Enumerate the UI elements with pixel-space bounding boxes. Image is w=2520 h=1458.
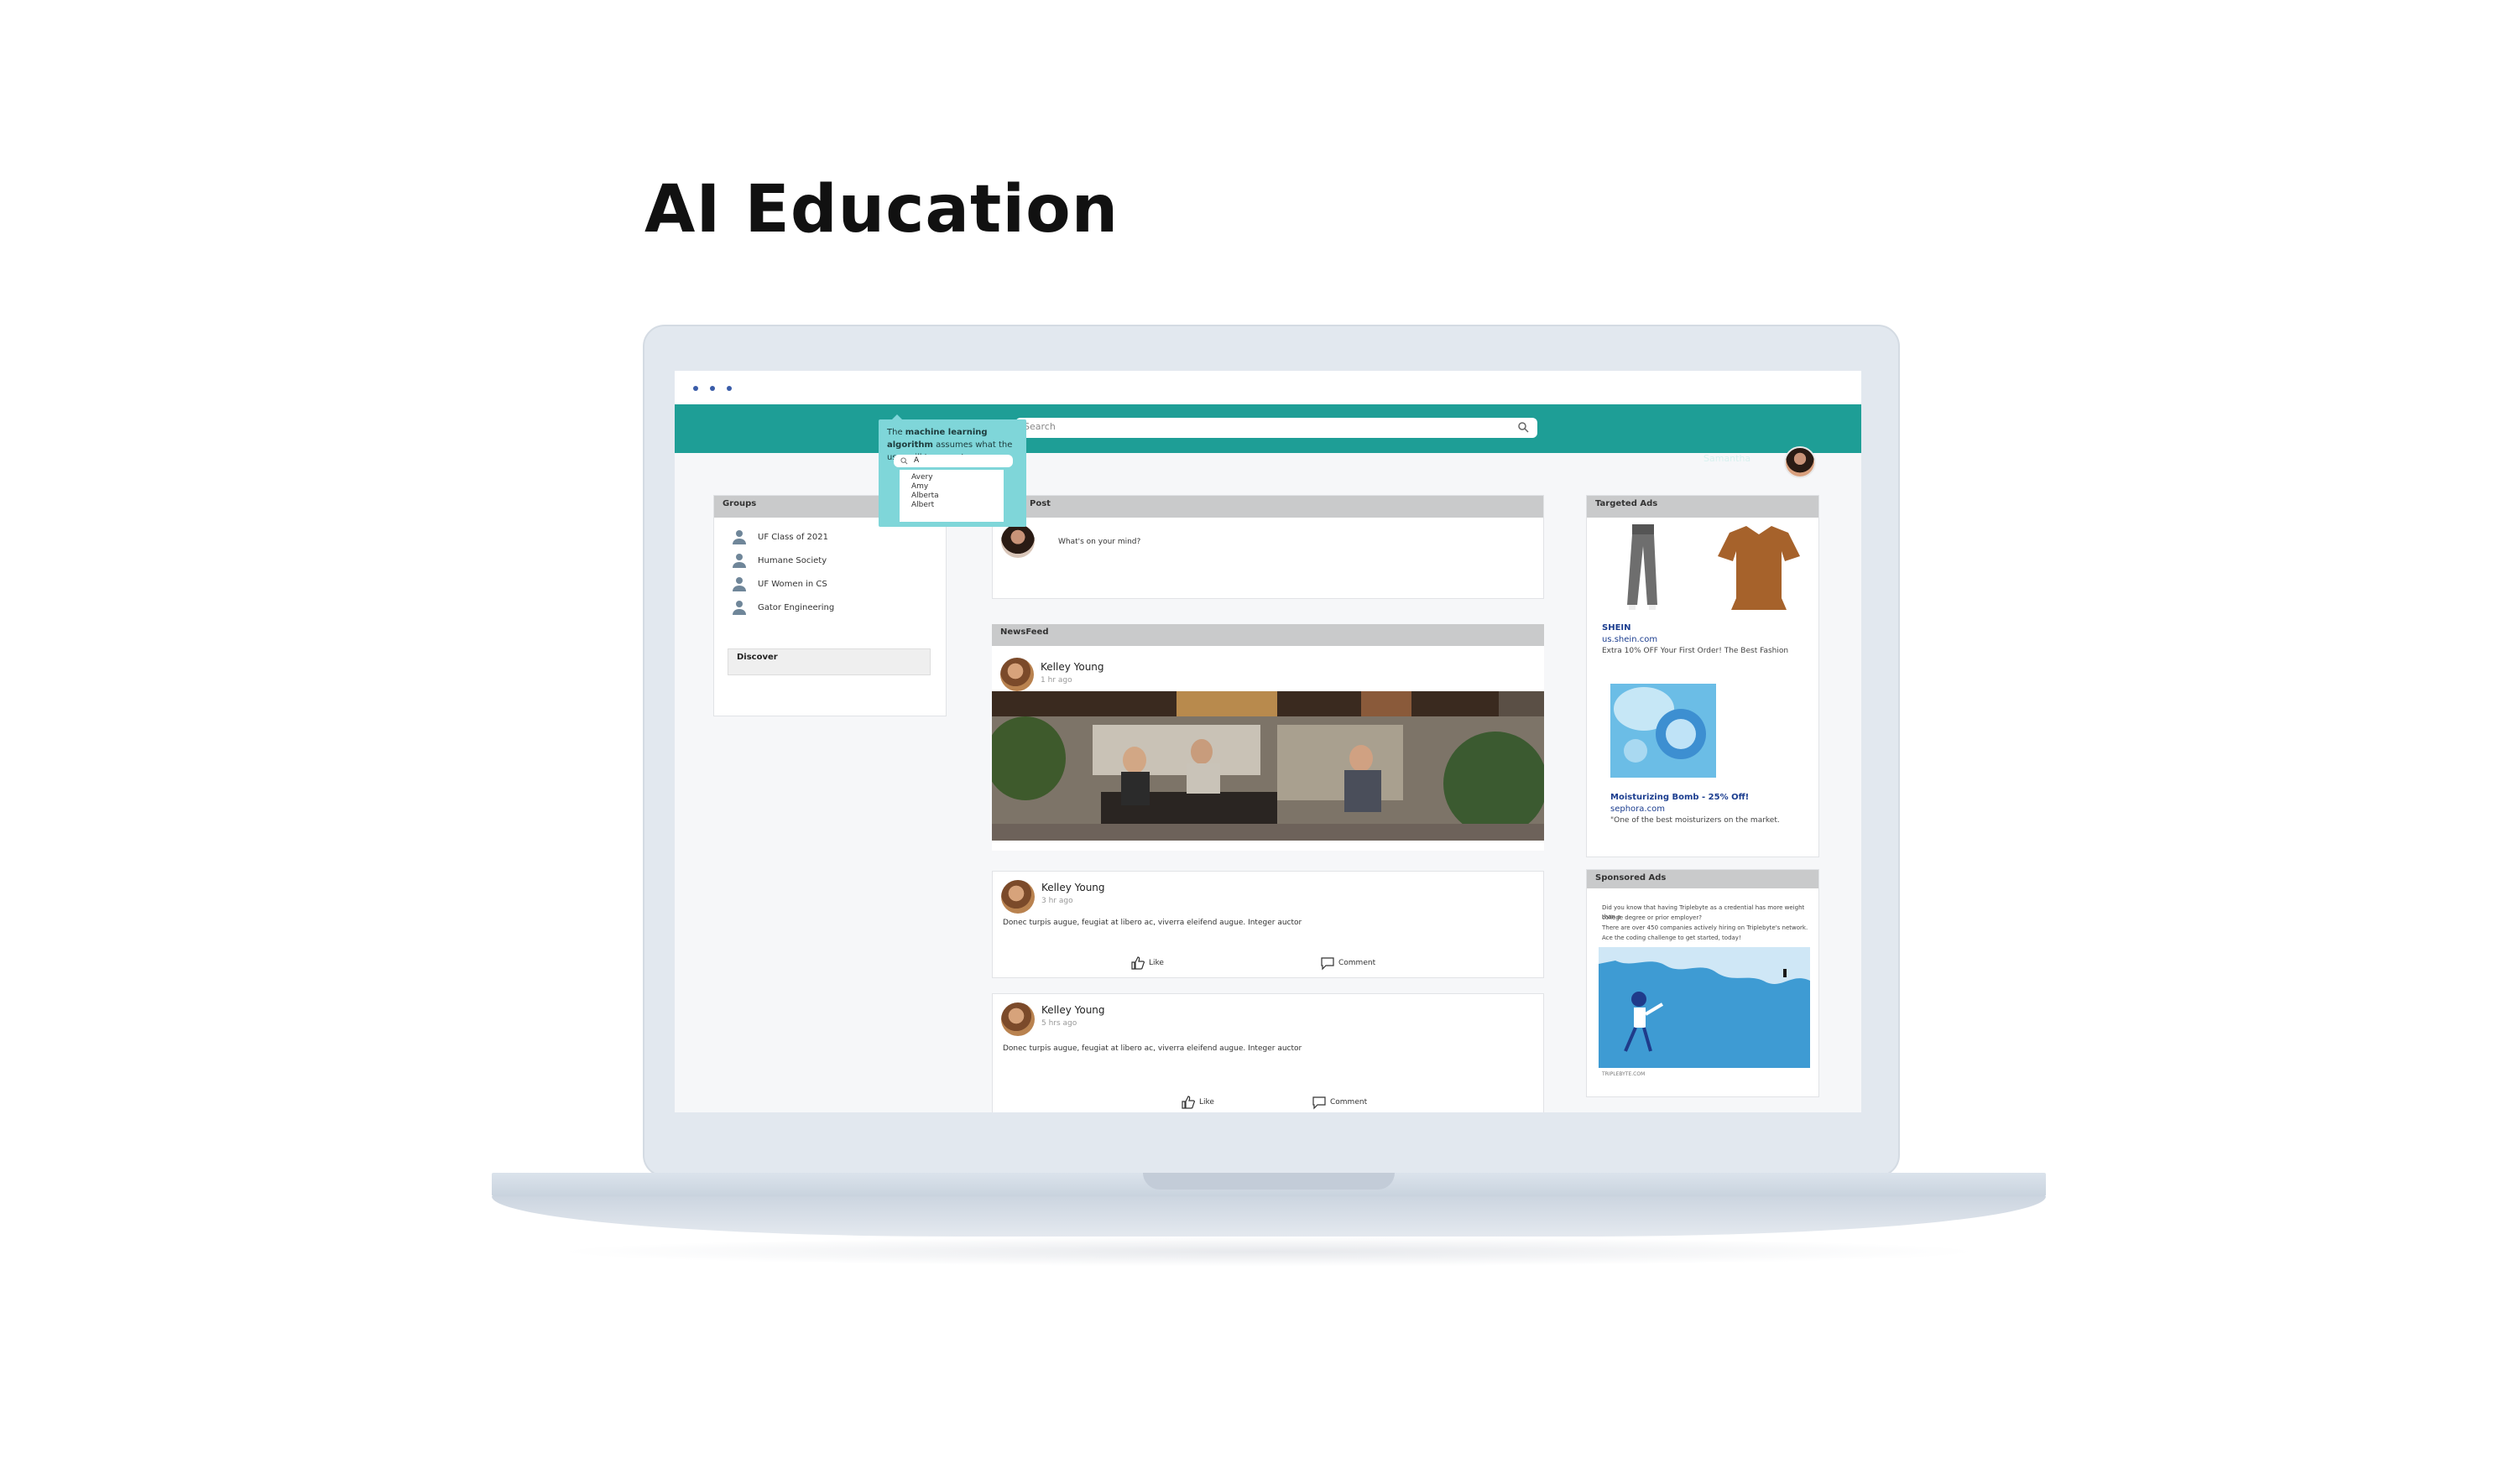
thumbs-up-icon bbox=[1182, 1096, 1196, 1109]
sponsored-ads-title: Sponsored Ads bbox=[1587, 870, 1818, 888]
group-label: Humane Society bbox=[758, 555, 827, 565]
groups-panel: Groups UF Class of 2021 Humane Society U… bbox=[713, 495, 947, 716]
window-chrome bbox=[675, 371, 1861, 404]
people-photo bbox=[992, 691, 1544, 841]
app-screen: Samantha Search Groups UF Class of 2021 … bbox=[675, 371, 1861, 1112]
newsfeed-title: NewsFeed bbox=[992, 624, 1544, 646]
laptop-base-bottom bbox=[492, 1196, 2046, 1237]
comment-label: Comment bbox=[1330, 1098, 1368, 1107]
newsfeed-panel: NewsFeed Kelley Young 1 hr ago bbox=[992, 624, 1544, 851]
person-icon bbox=[733, 554, 746, 568]
group-item[interactable]: UF Women in CS bbox=[731, 575, 827, 593]
suggestion-item[interactable]: Albert bbox=[911, 501, 992, 510]
group-item[interactable]: Humane Society bbox=[731, 551, 827, 570]
sponsored-line: There are over 450 companies actively hi… bbox=[1602, 924, 1808, 931]
feed-post: Kelley Young 5 hrs ago Donec turpis augu… bbox=[992, 993, 1544, 1112]
profile-avatar[interactable] bbox=[1784, 446, 1816, 478]
ad-url[interactable]: sephora.com bbox=[1610, 805, 1665, 814]
post-author[interactable]: Kelley Young bbox=[1041, 1004, 1105, 1016]
post-time: 3 hr ago bbox=[1041, 897, 1073, 905]
search-placeholder: Search bbox=[1024, 421, 1056, 432]
ad-brand[interactable]: SHEIN bbox=[1602, 623, 1631, 633]
sponsored-ads-panel: Sponsored Ads Did you know that having T… bbox=[1586, 869, 1819, 1097]
sponsored-footer[interactable]: TRIPLEBYTE.COM bbox=[1602, 1071, 1645, 1077]
ad-text: "One of the best moisturizers on the mar… bbox=[1610, 816, 1780, 825]
blouse-image[interactable] bbox=[1713, 523, 1805, 615]
post-avatar bbox=[1001, 880, 1035, 914]
group-item[interactable]: UF Class of 2021 bbox=[731, 528, 828, 546]
pants-image[interactable] bbox=[1617, 521, 1667, 613]
autocomplete-input[interactable]: A bbox=[894, 455, 1013, 467]
username[interactable]: Samantha bbox=[1703, 453, 1750, 464]
search-input[interactable]: Search bbox=[1015, 418, 1537, 438]
post-avatar bbox=[1001, 1002, 1035, 1036]
search-icon[interactable] bbox=[1517, 421, 1529, 433]
suggestion-item[interactable]: Amy bbox=[911, 482, 992, 492]
post-body: Donec turpis augue, feugiat at libero ac… bbox=[1003, 919, 1302, 927]
composer-prompt[interactable]: What's on your mind? bbox=[1058, 538, 1140, 546]
feed-post: Kelley Young 3 hr ago Donec turpis augue… bbox=[992, 871, 1544, 978]
comment-icon bbox=[1312, 1096, 1326, 1110]
page-title: AI Education bbox=[644, 172, 1119, 247]
post-author[interactable]: Kelley Young bbox=[1041, 661, 1104, 673]
like-button[interactable]: Like bbox=[1130, 956, 1164, 971]
targeted-ads-panel: Targeted Ads SHEIN us.shein.com Extra 10… bbox=[1586, 495, 1819, 857]
comment-button[interactable]: Comment bbox=[1320, 956, 1375, 971]
post-body: Donec turpis augue, feugiat at libero ac… bbox=[1003, 1044, 1302, 1053]
post-time: 5 hrs ago bbox=[1041, 1019, 1077, 1028]
autocomplete-suggestions: Avery Amy Alberta Albert bbox=[900, 470, 1004, 522]
sponsored-line: Ace the coding challenge to get started,… bbox=[1602, 935, 1741, 941]
ad-url[interactable]: us.shein.com bbox=[1602, 635, 1657, 644]
comment-label: Comment bbox=[1338, 959, 1376, 967]
composer-avatar bbox=[1001, 524, 1035, 558]
group-item[interactable]: Gator Engineering bbox=[731, 598, 834, 617]
person-icon bbox=[733, 577, 746, 591]
like-label: Like bbox=[1149, 959, 1164, 967]
sponsored-line: college degree or prior employer? bbox=[1602, 914, 1702, 921]
laptop-notch bbox=[1143, 1173, 1395, 1190]
moisturizer-image[interactable] bbox=[1610, 684, 1716, 778]
group-label: UF Women in CS bbox=[758, 579, 827, 589]
laptop-shadow bbox=[554, 1237, 1984, 1267]
group-label: UF Class of 2021 bbox=[758, 532, 829, 542]
thumbs-up-icon bbox=[1131, 956, 1145, 970]
post-author[interactable]: Kelley Young bbox=[1041, 882, 1105, 893]
like-label: Like bbox=[1199, 1098, 1214, 1107]
composer-title: Post bbox=[993, 496, 1543, 518]
targeted-ads-title: Targeted Ads bbox=[1587, 496, 1818, 518]
ad-brand[interactable]: Moisturizing Bomb - 25% Off! bbox=[1610, 793, 1749, 802]
post-avatar bbox=[1000, 658, 1034, 691]
person-icon bbox=[733, 601, 746, 615]
post-time: 1 hr ago bbox=[1041, 676, 1072, 685]
ml-tooltip: The machine learning algorithm assumes w… bbox=[879, 419, 1026, 527]
triplebyte-illustration[interactable] bbox=[1599, 947, 1810, 1068]
suggestion-item[interactable]: Avery bbox=[911, 473, 992, 482]
window-dot[interactable] bbox=[727, 386, 732, 391]
discover-button[interactable]: Discover bbox=[728, 648, 931, 675]
post-photo bbox=[992, 691, 1544, 841]
suggestion-item[interactable]: Alberta bbox=[911, 492, 992, 501]
search-icon bbox=[900, 457, 908, 465]
like-button[interactable]: Like bbox=[1181, 1095, 1214, 1110]
window-dot[interactable] bbox=[710, 386, 715, 391]
window-dot[interactable] bbox=[693, 386, 698, 391]
comment-icon bbox=[1321, 957, 1334, 971]
person-icon bbox=[733, 530, 746, 544]
post-composer: Post What's on your mind? bbox=[992, 495, 1544, 599]
autocomplete-value: A bbox=[914, 456, 920, 465]
ad-text: Extra 10% OFF Your First Order! The Best… bbox=[1602, 647, 1789, 655]
comment-button[interactable]: Comment bbox=[1312, 1095, 1367, 1110]
group-label: Gator Engineering bbox=[758, 602, 835, 612]
